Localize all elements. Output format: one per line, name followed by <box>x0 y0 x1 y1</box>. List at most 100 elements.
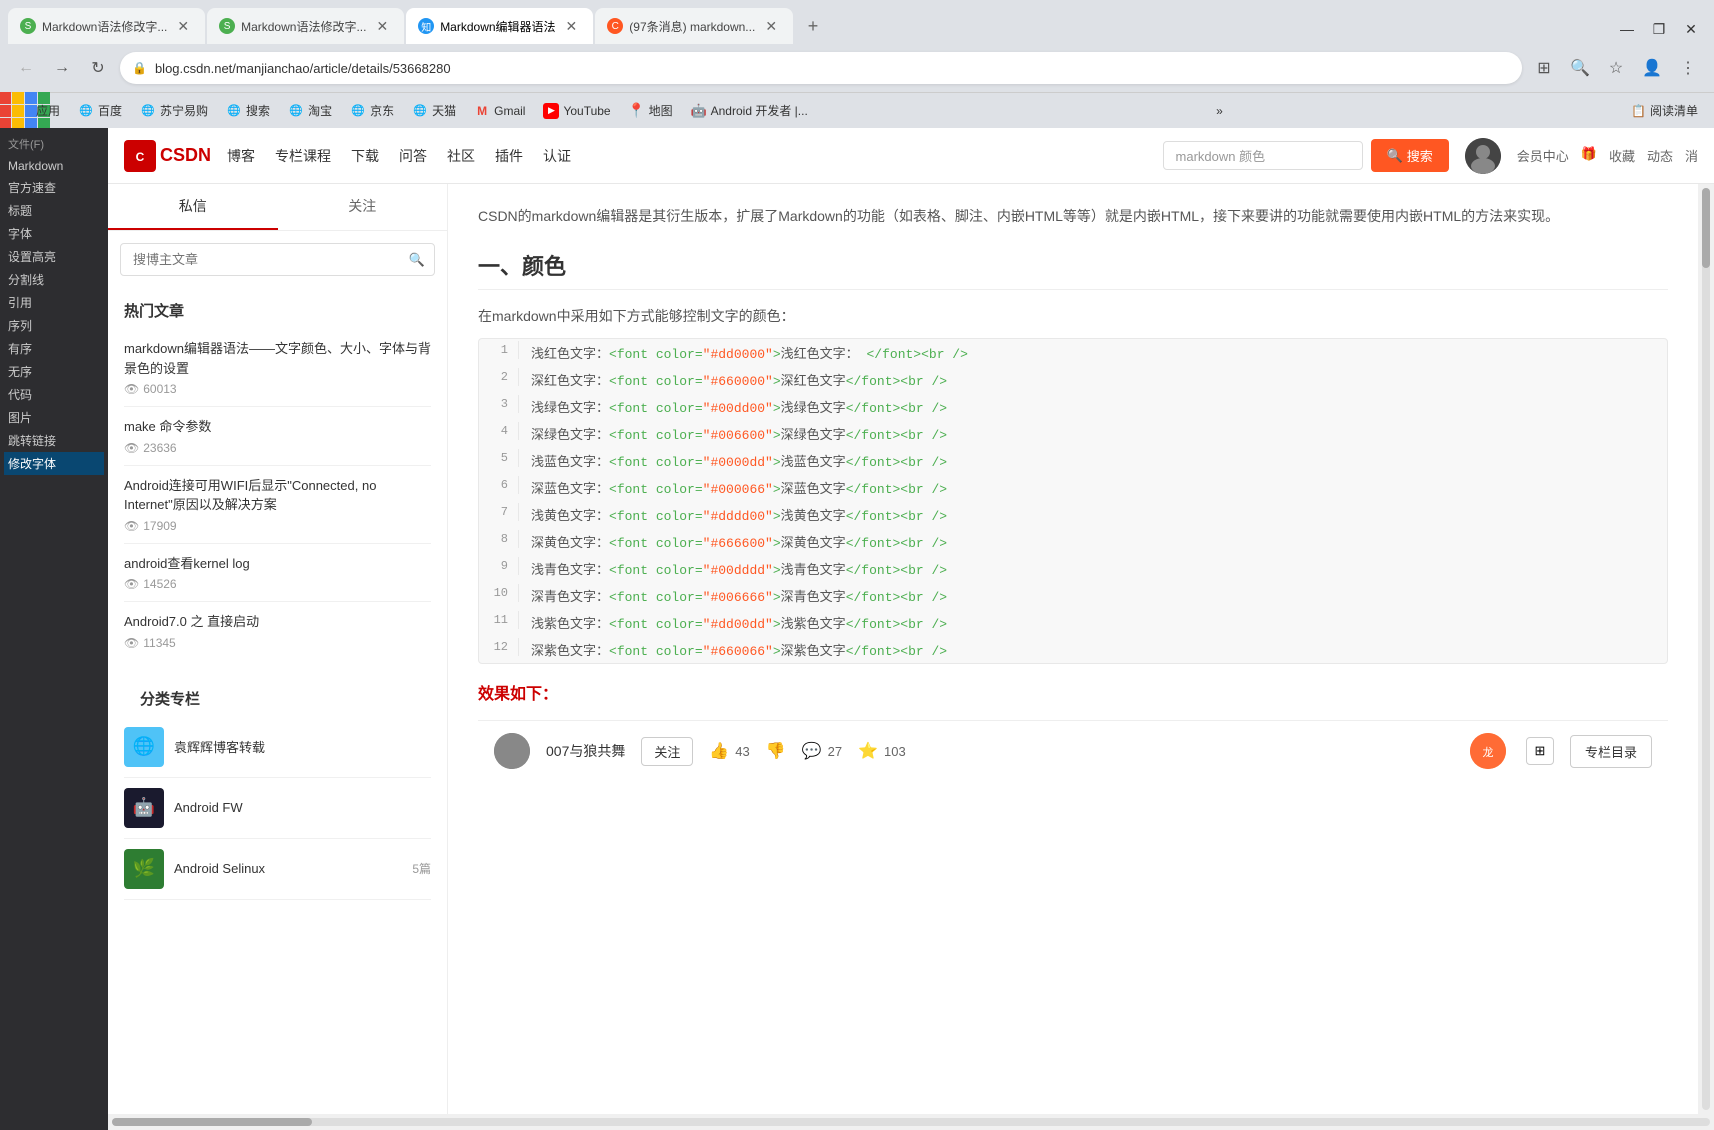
nav-course[interactable]: 专栏课程 <box>275 142 331 170</box>
tab-2[interactable]: S Markdown语法修改字... ✕ <box>207 8 404 44</box>
tab-4-close[interactable]: ✕ <box>761 16 781 37</box>
sidebar-search-input[interactable] <box>120 243 435 276</box>
scroll-thumb[interactable] <box>1702 188 1710 268</box>
nav-community[interactable]: 社区 <box>447 142 475 170</box>
category-item-0[interactable]: 🌐 袁辉辉博客转载 <box>124 717 431 778</box>
bottom-track[interactable] <box>112 1118 1710 1126</box>
article-item-1[interactable]: make 命令参数 👁 23636 <box>124 407 431 466</box>
file-item-link[interactable]: 跳转链接 <box>4 429 104 452</box>
forward-button[interactable]: → <box>48 54 76 82</box>
bookmark-android[interactable]: 🤖 Android 开发者 |... <box>683 98 816 123</box>
csdn-logo-icon: C <box>124 140 156 172</box>
author-avatar[interactable] <box>494 733 530 769</box>
nav-qa[interactable]: 问答 <box>399 142 427 170</box>
file-item-ordered[interactable]: 有序 <box>4 337 104 360</box>
back-button[interactable]: ← <box>12 54 40 82</box>
bookmark-baidu[interactable]: 🌐 百度 <box>70 98 130 123</box>
gift-icon[interactable]: 🎁 <box>1581 146 1597 165</box>
like-icon[interactable]: 👍 <box>709 741 729 761</box>
bookmark-tianmao[interactable]: 🌐 天猫 <box>404 98 464 123</box>
tab-3-close[interactable]: ✕ <box>562 16 582 37</box>
more-link[interactable]: 消 <box>1685 146 1698 165</box>
tab-3[interactable]: 知 Markdown编辑器语法 ✕ <box>406 8 593 44</box>
nav-plugin[interactable]: 插件 <box>495 142 523 170</box>
csdn-logo[interactable]: C CSDN <box>124 140 211 172</box>
code-line-12: 12 深紫色文字：<font color="#660066">深紫色文字</fo… <box>479 636 1667 663</box>
collect-link[interactable]: 收藏 <box>1609 146 1635 165</box>
right-scrollbar[interactable] <box>1698 184 1714 1114</box>
profile-tab-follow[interactable]: 关注 <box>278 184 448 230</box>
file-item-font[interactable]: 字体 <box>4 222 104 245</box>
bookmark-apps[interactable]: 应用 <box>8 98 68 123</box>
sidebar-search-box: 🔍 <box>120 243 435 276</box>
category-item-1[interactable]: 🤖 Android FW <box>124 778 431 839</box>
article-meta-2: 👁 17909 <box>124 519 431 533</box>
bookmark-map[interactable]: 📍 地图 <box>621 98 681 123</box>
tab-2-close[interactable]: ✕ <box>372 16 392 37</box>
article-item-2[interactable]: Android连接可用WIFI后显示"Connected, no Interne… <box>124 466 431 544</box>
file-item-modify-font[interactable]: 修改字体 <box>4 452 104 475</box>
window-restore-button[interactable]: ❐ <box>1644 14 1674 44</box>
read-list-button[interactable]: 📋 阅读清单 <box>1623 98 1706 123</box>
bookmark-taobao[interactable]: 🌐 淘宝 <box>280 98 340 123</box>
nav-download[interactable]: 下载 <box>351 142 379 170</box>
zoom-button[interactable]: 🔍 <box>1566 54 1594 82</box>
bookmark-search[interactable]: 🌐 搜索 <box>218 98 278 123</box>
bottom-scrollbar[interactable] <box>108 1114 1714 1130</box>
address-input-container[interactable]: 🔒 blog.csdn.net/manjianchao/article/deta… <box>120 52 1522 84</box>
window-close-button[interactable]: ✕ <box>1676 14 1706 44</box>
csdn-search-input[interactable] <box>1163 141 1363 170</box>
bookmark-suning[interactable]: 🌐 苏宁易购 <box>132 98 216 123</box>
article-item-0[interactable]: markdown编辑器语法——文字颜色、大小、字体与背景色的设置 👁 60013 <box>124 329 431 407</box>
line-num-7: 7 <box>479 503 519 521</box>
dislike-icon[interactable]: 👎 <box>766 741 786 761</box>
star-icon[interactable]: ⭐ <box>858 741 878 761</box>
bookmark-button[interactable]: ☆ <box>1602 54 1630 82</box>
article-item-3[interactable]: android查看kernel log 👁 14526 <box>124 544 431 603</box>
file-item-divider[interactable]: 分割线 <box>4 268 104 291</box>
new-tab-button[interactable]: + <box>795 8 831 44</box>
line-num-4: 4 <box>479 422 519 440</box>
file-item-quote[interactable]: 引用 <box>4 291 104 314</box>
bookmark-baidu-label: 百度 <box>98 102 122 119</box>
follow-button[interactable]: 关注 <box>641 737 693 766</box>
toc-button[interactable]: 专栏目录 <box>1570 735 1652 768</box>
nav-blog[interactable]: 博客 <box>227 142 255 170</box>
file-item-sequence[interactable]: 序列 <box>4 314 104 337</box>
csdn-search-button[interactable]: 🔍 搜索 <box>1371 139 1449 172</box>
article-intro: CSDN的markdown编辑器是其衍生版本，扩展了Markdown的功能（如表… <box>478 204 1668 229</box>
menu-button[interactable]: ⋮ <box>1674 54 1702 82</box>
bookmark-jd[interactable]: 🌐 京东 <box>342 98 402 123</box>
bookmarks-more[interactable]: » <box>1208 100 1231 122</box>
tab-4[interactable]: C (97条消息) markdown... ✕ <box>595 8 793 44</box>
bookmark-gmail[interactable]: M Gmail <box>466 99 533 123</box>
scroll-track[interactable] <box>1702 188 1710 1110</box>
profile-tab-messages[interactable]: 私信 <box>108 184 278 230</box>
window-minimize-button[interactable]: — <box>1612 14 1642 44</box>
expand-icon[interactable]: ⊞ <box>1526 737 1554 765</box>
nav-cert[interactable]: 认证 <box>543 142 571 170</box>
profile-button[interactable]: 👤 <box>1638 54 1666 82</box>
user-avatar[interactable] <box>1465 138 1501 174</box>
code-line-10: 10 深青色文字：<font color="#006666">深青色文字</fo… <box>479 582 1667 609</box>
bookmark-youtube[interactable]: ▶ YouTube <box>535 99 618 123</box>
member-center-link[interactable]: 会员中心 <box>1517 146 1569 165</box>
file-item-heading[interactable]: 标题 <box>4 199 104 222</box>
file-item-code[interactable]: 代码 <box>4 383 104 406</box>
comment-icon[interactable]: 💬 <box>802 741 822 761</box>
reload-button[interactable]: ↻ <box>84 54 112 82</box>
extensions-button[interactable]: ⊞ <box>1530 54 1558 82</box>
file-item-official[interactable]: 官方速查 <box>4 176 104 199</box>
svg-text:C: C <box>136 150 145 164</box>
category-item-2[interactable]: 🌿 Android Selinux 5篇 <box>124 839 431 900</box>
bottom-thumb[interactable] <box>112 1118 312 1126</box>
dynamic-link[interactable]: 动态 <box>1647 146 1673 165</box>
tab-1-close[interactable]: ✕ <box>173 16 193 37</box>
right-author-avatar[interactable]: 龙 <box>1470 733 1506 769</box>
file-item-unordered[interactable]: 无序 <box>4 360 104 383</box>
file-item-highlight[interactable]: 设置高亮 <box>4 245 104 268</box>
file-item-image[interactable]: 图片 <box>4 406 104 429</box>
article-item-4[interactable]: Android7.0 之 直接启动 👁 11345 <box>124 602 431 660</box>
file-item-markdown[interactable]: Markdown <box>4 156 104 176</box>
tab-1[interactable]: S Markdown语法修改字... ✕ <box>8 8 205 44</box>
